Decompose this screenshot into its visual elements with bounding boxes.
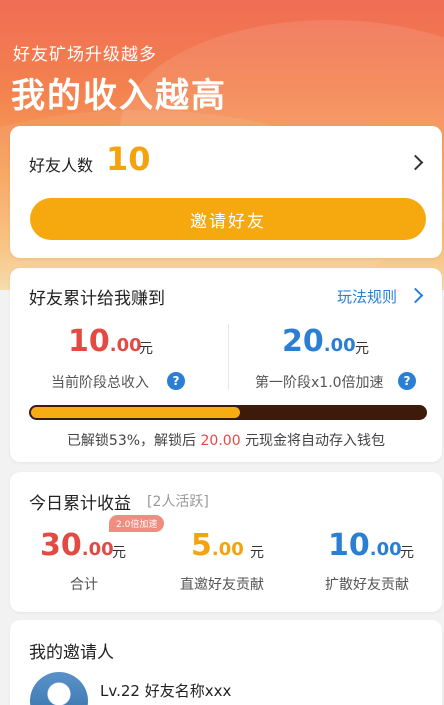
help-icon[interactable]: ? <box>398 372 416 390</box>
spread-friends-contribution: 10.00 <box>328 528 402 563</box>
stage-speedup-income: 20.00 <box>282 324 356 359</box>
earnings-title: 好友累计给我赚到 <box>29 289 165 309</box>
unlock-progress-fill <box>31 407 240 418</box>
unlock-status-text: 已解锁53%，解锁后 20.00 元现金将自动存入钱包 <box>10 430 442 450</box>
chevron-right-icon[interactable] <box>407 154 424 171</box>
spread-dec: .00 <box>369 539 402 560</box>
current-stage-income-caption: 当前阶段总收入 <box>51 375 149 391</box>
unit-label: 元 <box>139 341 153 357</box>
earnings-card: 好友累计给我赚到 玩法规则 10.00 元 当前阶段总收入 ? 20.00 元 … <box>10 268 442 462</box>
stage-speedup-caption: 第一阶段x1.0倍加速 <box>255 375 384 391</box>
today-earnings-card: 今日累计收益 [2人活跃] 2.0倍加速 30.00 元 合计 5.00 元 直… <box>10 472 442 612</box>
unit-label: 元 <box>112 545 126 561</box>
header-subtitle: 好友矿场升级越多 <box>13 45 157 65</box>
friend-count-label: 好友人数 <box>29 156 94 175</box>
current-stage-income-dec: .00 <box>109 335 142 356</box>
unlock-prefix: 已解锁53%，解锁后 <box>66 433 201 449</box>
unlock-suffix: 元现金将自动存入钱包 <box>240 433 386 449</box>
unit-label: 元 <box>250 545 264 561</box>
today-earnings-title: 今日累计收益 <box>29 494 131 514</box>
inviter-title: 我的邀请人 <box>29 643 114 663</box>
chevron-right-icon[interactable] <box>407 287 424 304</box>
rules-link[interactable]: 玩法规则 <box>337 286 397 307</box>
inviter-card: 我的邀请人 Lv.22 好友名称xxx <box>10 620 442 705</box>
inviter-name: Lv.22 好友名称xxx <box>100 682 232 700</box>
help-icon[interactable]: ? <box>167 372 185 390</box>
spread-contribution-caption: 扩散好友贡献 <box>325 577 409 593</box>
unit-label: 元 <box>400 545 414 561</box>
today-total: 30.00 <box>40 528 114 563</box>
avatar <box>30 672 88 705</box>
divider <box>228 324 229 390</box>
active-friends-count: [2人活跃] <box>147 494 209 510</box>
unlock-progress-bar <box>29 405 427 420</box>
spread-int: 10 <box>328 528 370 563</box>
stage-speedup-dec: .00 <box>323 335 356 356</box>
current-stage-income: 10.00 <box>68 324 142 359</box>
friends-card: 好友人数 10 邀请好友 <box>10 126 442 258</box>
today-total-int: 30 <box>40 528 82 563</box>
stage-speedup-int: 20 <box>282 324 324 359</box>
direct-dec: .00 <box>211 539 244 560</box>
direct-contribution-caption: 直邀好友贡献 <box>180 577 264 593</box>
today-total-caption: 合计 <box>70 577 98 593</box>
invite-friends-button[interactable]: 邀请好友 <box>30 198 426 240</box>
today-total-dec: .00 <box>81 539 114 560</box>
unlock-amount: 20.00 <box>200 433 241 449</box>
direct-int: 5 <box>191 528 212 563</box>
direct-friends-contribution: 5.00 <box>191 528 244 563</box>
speedup-badge: 2.0倍加速 <box>109 515 165 532</box>
current-stage-income-int: 10 <box>68 324 110 359</box>
friend-count-value: 10 <box>106 140 151 178</box>
unit-label: 元 <box>355 341 369 357</box>
header-title: 我的收入越高 <box>11 76 227 116</box>
